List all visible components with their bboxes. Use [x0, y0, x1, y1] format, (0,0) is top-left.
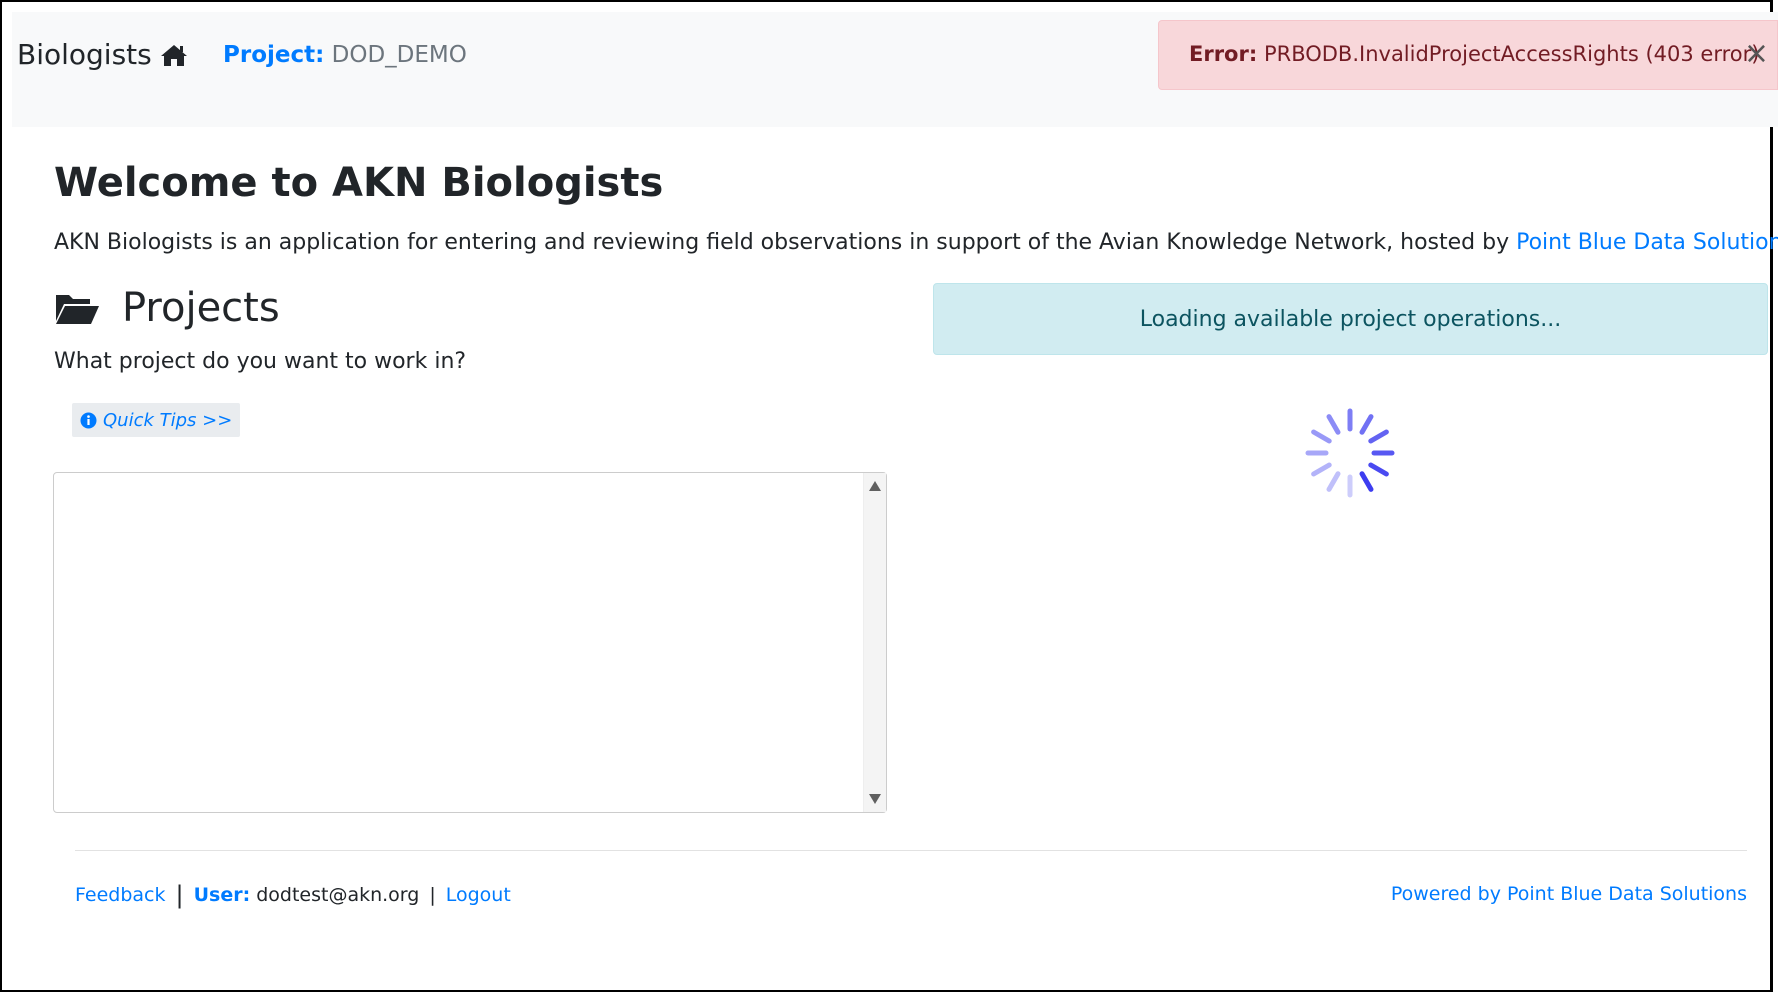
spinner-stroke — [1311, 429, 1332, 444]
folder-open-icon — [56, 295, 99, 324]
current-project: Project: DOD_DEMO — [223, 42, 467, 68]
operations-loading-text: Loading available project operations... — [1139, 306, 1562, 332]
project-key: Project: — [223, 42, 325, 68]
loading-spinner-icon — [1305, 408, 1395, 498]
brand-link[interactable]: Biologists — [17, 38, 188, 71]
spinner-stroke — [1359, 414, 1374, 435]
scroll-up-arrow-icon[interactable] — [869, 481, 881, 491]
error-message: PRBODB.InvalidProjectAccessRights (403 e… — [1263, 42, 1760, 66]
project-list[interactable] — [53, 472, 887, 813]
powered-by-link[interactable]: Powered by Point Blue Data Solutions — [1391, 883, 1747, 905]
intro-text: AKN Biologists is an application for ent… — [54, 230, 1517, 255]
operations-loading-alert: Loading available project operations... — [933, 283, 1768, 355]
feedback-link[interactable]: Feedback — [75, 884, 165, 906]
intro-paragraph: AKN Biologists is an application for ent… — [54, 230, 1778, 255]
spinner-stroke — [1326, 414, 1341, 435]
project-question: What project do you want to work in? — [54, 349, 467, 374]
footer-left: Feedback | User: dodtest@akn.org | Logou… — [75, 883, 511, 907]
home-icon — [160, 44, 187, 66]
project-list-scrollbar[interactable] — [863, 473, 886, 812]
error-label: Error: — [1189, 42, 1258, 66]
scroll-down-arrow-icon[interactable] — [869, 794, 881, 804]
footer-separator: | — [175, 881, 184, 909]
user-label: User: — [193, 884, 251, 906]
spinner-stroke — [1311, 462, 1332, 477]
spinner-stroke — [1368, 462, 1389, 477]
info-circle-icon — [80, 412, 97, 428]
projects-heading-label: Projects — [122, 285, 280, 331]
footer-separator: | — [429, 883, 436, 906]
spinner-stroke — [1359, 471, 1374, 492]
quick-tips-button[interactable]: Quick Tips >> — [72, 403, 241, 437]
error-alert: Error: PRBODB.InvalidProjectAccessRights… — [1158, 20, 1778, 90]
close-icon[interactable]: × — [1744, 39, 1769, 69]
user-email: dodtest@akn.org — [256, 884, 420, 906]
quick-tips-label: Quick Tips >> — [103, 409, 233, 431]
footer-divider — [75, 850, 1747, 851]
projects-heading: Projects — [54, 285, 280, 331]
brand-label: Biologists — [17, 38, 152, 71]
project-value: DOD_DEMO — [331, 42, 467, 68]
logout-link[interactable]: Logout — [446, 884, 511, 906]
spinner-stroke — [1368, 429, 1389, 444]
spinner-stroke — [1326, 471, 1341, 492]
page-title: Welcome to AKN Biologists — [54, 160, 664, 206]
point-blue-link[interactable]: Point Blue Data Solutions — [1516, 230, 1778, 255]
